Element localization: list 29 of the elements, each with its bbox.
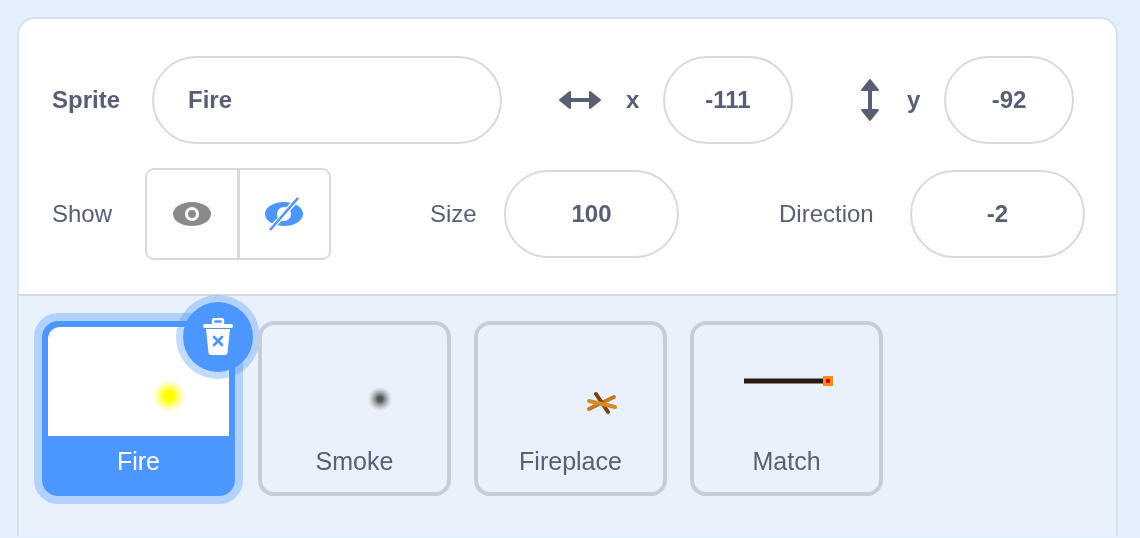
eye-icon xyxy=(171,201,212,227)
sprite-name: Match xyxy=(751,447,822,476)
sprite-name: Fireplace xyxy=(518,447,623,476)
glow-dot-icon xyxy=(152,379,186,413)
x-field[interactable]: -111 xyxy=(663,56,793,144)
sprite-tile[interactable]: Smoke xyxy=(258,321,451,496)
sprite-tile[interactable]: Match xyxy=(690,321,883,496)
size-label: Size xyxy=(430,200,478,228)
y-field[interactable]: -92 xyxy=(944,56,1074,144)
y-label: y xyxy=(907,86,922,114)
sprite-name-field[interactable]: Fire xyxy=(152,56,502,144)
sprite-label: Sprite xyxy=(52,86,121,114)
delete-button[interactable] xyxy=(183,302,253,372)
hide-button[interactable] xyxy=(236,170,329,258)
direction-label: Direction xyxy=(779,200,875,228)
show-label: Show xyxy=(52,200,114,228)
eye-crossed-icon xyxy=(264,197,305,231)
match-icon xyxy=(744,375,834,387)
trash-icon xyxy=(202,318,234,356)
sprite-tile[interactable]: Fireplace xyxy=(474,321,667,496)
horizontal-arrow-icon xyxy=(558,90,602,110)
sprite-name: Fire xyxy=(115,447,162,476)
logs-icon xyxy=(586,391,618,415)
size-field[interactable]: 100 xyxy=(504,170,679,258)
vertical-arrow-icon xyxy=(860,78,880,122)
smoke-dot-icon xyxy=(368,387,392,411)
direction-field[interactable]: -2 xyxy=(910,170,1085,258)
x-label: x xyxy=(626,86,641,114)
sprite-name: Smoke xyxy=(314,447,395,476)
